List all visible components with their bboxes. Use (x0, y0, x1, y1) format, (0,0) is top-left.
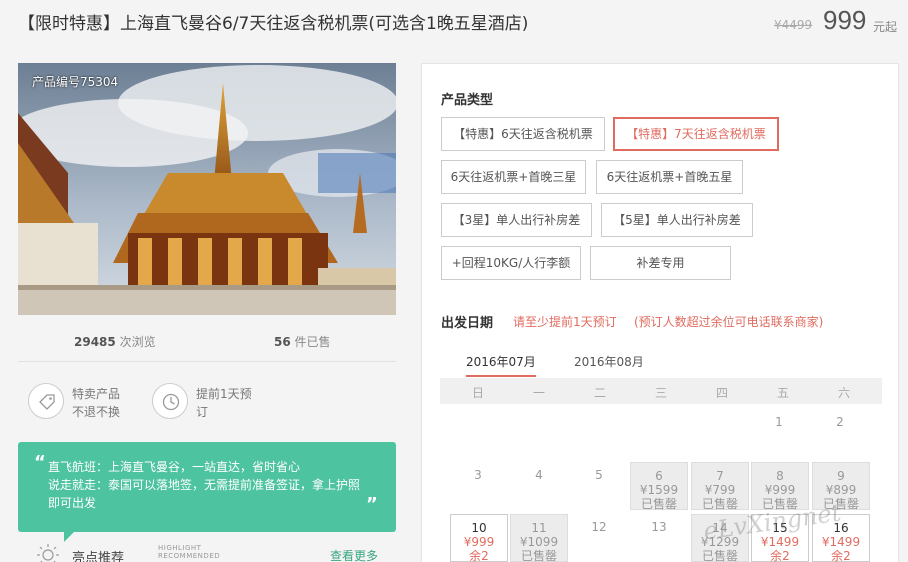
calendar-day: 5 (595, 468, 603, 482)
original-price: ¥4499 (774, 18, 813, 32)
weekday-wed: 三 (654, 386, 667, 400)
product-code: 产品编号75304 (32, 75, 119, 89)
calendar-day-soldout: 7 ¥799 已售罄 (691, 462, 749, 511)
option-5star-single-supplement[interactable]: 【5星】单人出行补房差 (601, 203, 753, 237)
feature-line: 不退不换 (72, 405, 121, 419)
calendar-day-soldout: 6 ¥1599 已售罄 (630, 462, 688, 511)
temple-photo-image (18, 63, 396, 315)
notice-line: 说走就走：泰国可以落地签，无需提前准备签证，拿上护照 (48, 478, 361, 492)
sold-count: 56 件已售 (274, 335, 331, 349)
feature-line: 提前1天预 (196, 387, 252, 401)
view-count: 29485 次浏览 (74, 335, 156, 349)
highlight-label: 亮点推荐 (72, 551, 125, 562)
current-price: 999 (823, 5, 867, 35)
calendar-day: 13 (651, 520, 667, 534)
option-6day-special[interactable]: 【特惠】6天往返含税机票 (441, 117, 605, 151)
notice-line: 直飞航班：上海直飞曼谷，一站直达，省时省心 (48, 460, 301, 474)
option-price-difference[interactable]: 补差专用 (590, 246, 731, 280)
weekday-sat: 六 (837, 386, 850, 400)
sun-icon (37, 544, 59, 562)
highlight-english-label: HIGHLIGHT RECOMMENDED (158, 544, 221, 560)
clock-icon (152, 383, 188, 419)
calendar-day-soldout: 11 ¥1099 已售罄 (510, 514, 568, 562)
weekday-mon: 一 (532, 386, 545, 400)
option-6day-5star[interactable]: 6天往返机票+首晚五星 (596, 160, 743, 194)
feature-line: 特卖产品 (72, 387, 121, 401)
weekday-fri: 五 (776, 386, 789, 400)
calendar-day-available[interactable]: 10 ¥999 余2 (450, 514, 508, 562)
see-more-link[interactable]: 查看更多 (330, 547, 378, 562)
calendar-day: 3 (474, 468, 482, 482)
product-stats: 29485 次浏览 56 件已售 (18, 327, 396, 359)
highlight-section-header: 亮点推荐 HIGHLIGHT RECOMMENDED 查看更多 (18, 539, 396, 562)
price-unit: 元起 (873, 20, 898, 34)
open-quote-icon: “ (34, 452, 46, 473)
option-7day-special[interactable]: 【特惠】7天往返含税机票 (613, 117, 779, 151)
feature-line: 订 (196, 405, 209, 419)
advance-booking-note: 请至少提前1天预订 (513, 315, 617, 329)
highlight-notice: “ 直飞航班：上海直飞曼谷，一站直达，省时省心 说走就走：泰国可以落地签，无需提… (18, 442, 396, 542)
product-title: 【限时特惠】上海直飞曼谷6/7天往返含税机票(可选含1晚五星酒店) (18, 14, 529, 34)
product-type-title: 产品类型 (441, 93, 494, 108)
booking-panel: 产品类型 【特惠】6天往返含税机票 【特惠】7天往返含税机票 6天往返机票+首晚… (421, 63, 899, 562)
calendar-day: 12 (591, 520, 607, 534)
close-quote-icon: ” (366, 494, 378, 515)
divider (18, 361, 396, 362)
option-extra-baggage[interactable]: +回程10KG/人行李额 (441, 246, 581, 280)
departure-date-title: 出发日期 (441, 316, 494, 331)
tag-icon (28, 383, 64, 419)
tab-month-july[interactable]: 2016年07月 (466, 353, 536, 377)
calendar-day: 4 (535, 468, 543, 482)
weekday-header: 日 一 二 三 四 五 六 (440, 378, 882, 404)
weekday-thu: 四 (715, 386, 728, 400)
calendar-day: 2 (836, 415, 844, 429)
product-photo[interactable]: 产品编号75304 (18, 63, 396, 315)
weekday-tue: 二 (593, 386, 606, 400)
contact-merchant-note: (预订人数超过余位可电话联系商家) (634, 315, 824, 329)
product-header: 【限时特惠】上海直飞曼谷6/7天往返含税机票(可选含1晚五星酒店) ¥4499 … (0, 0, 908, 44)
weekday-sun: 日 (471, 386, 484, 400)
tab-month-august[interactable]: 2016年08月 (574, 353, 644, 370)
option-6day-3star[interactable]: 6天往返机票+首晚三星 (441, 160, 586, 194)
notice-line: 即可出发 (48, 496, 97, 510)
option-3star-single-supplement[interactable]: 【3星】单人出行补房差 (441, 203, 592, 237)
calendar-day: 1 (775, 415, 783, 429)
